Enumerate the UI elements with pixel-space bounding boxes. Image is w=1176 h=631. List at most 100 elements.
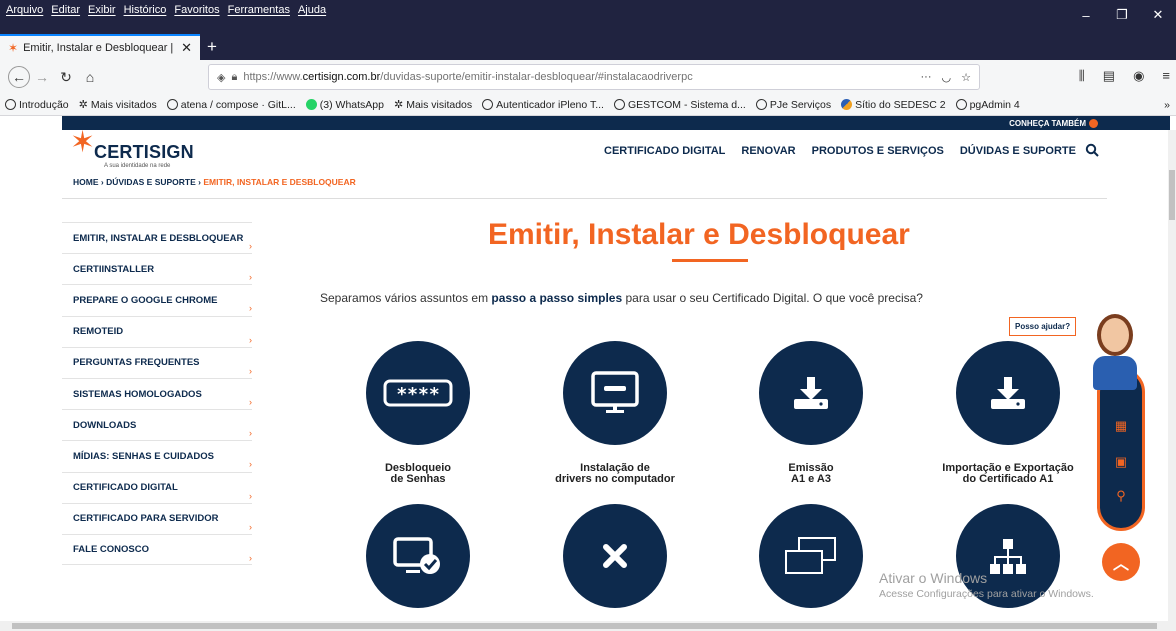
- menu-bar: Arquivo Editar Exibir Histórico Favorito…: [0, 0, 1176, 34]
- chevron-right-icon: ›: [249, 303, 252, 314]
- sidebar-item-servidor[interactable]: CERTIFICADO PARA SERVIDOR ›: [62, 502, 252, 534]
- nav-renovar[interactable]: RENOVAR: [741, 145, 795, 157]
- chevron-right-icon: ›: [249, 459, 252, 470]
- conheca-tambem-link[interactable]: CONHEÇA TAMBÉM: [1009, 116, 1098, 130]
- menu-favoritos[interactable]: Favoritos: [174, 4, 219, 16]
- bookmark-item[interactable]: GESTCOM - Sistema d...: [613, 99, 746, 111]
- bookmark-item[interactable]: atena / compose · GitL...: [166, 99, 296, 111]
- sidebar-item-certificado[interactable]: CERTIFICADO DIGITAL ›: [62, 471, 252, 503]
- nav-duvidas-suporte[interactable]: DÚVIDAS E SUPORTE: [960, 145, 1076, 157]
- back-icon[interactable]: ←: [8, 66, 30, 88]
- search-settings-icon[interactable]: ⚲: [1114, 489, 1128, 503]
- sidebar-icon[interactable]: ▤: [1103, 68, 1115, 84]
- download-icon: [759, 341, 863, 445]
- home-icon[interactable]: ⌂: [78, 69, 102, 85]
- sidebar-item-emitir[interactable]: EMITIR, INSTALAR E DESBLOQUEAR ›: [62, 222, 252, 253]
- divider: [62, 198, 1107, 199]
- horizontal-scrollbar[interactable]: [0, 621, 1176, 631]
- helper-toolbar: ▦ ▣ ⚲: [1097, 368, 1145, 531]
- page-actions-icon[interactable]: ···: [921, 71, 932, 84]
- menu-ferramentas[interactable]: Ferramentas: [228, 4, 290, 16]
- browser-tab[interactable]: ✶ Emitir, Instalar e Desbloquear | ✕: [0, 34, 200, 60]
- monitor-check-icon: [366, 504, 470, 608]
- breadcrumb-section[interactable]: DÚVIDAS E SUPORTE: [106, 177, 196, 187]
- bookmark-item[interactable]: ✲ Mais visitados: [393, 98, 472, 112]
- globe-icon: [755, 99, 767, 110]
- gear-icon: ✲: [393, 99, 404, 111]
- chevron-right-icon: ›: [249, 365, 252, 376]
- url-bar[interactable]: ◈ 🔒︎ https://www.certisign.com.br/duvida…: [208, 64, 980, 90]
- chevron-right-icon: ›: [249, 428, 252, 439]
- sidebar: EMITIR, INSTALAR E DESBLOQUEAR › CERTIINS…: [62, 222, 252, 566]
- sidebar-item-faq[interactable]: PERGUNTAS FREQUENTES ›: [62, 346, 252, 378]
- bookmark-item[interactable]: (3) WhatsApp: [305, 99, 384, 111]
- nav-bar: ← → ↻ ⌂ ◈ 🔒︎ https://www.certisign.com.b…: [0, 60, 1176, 94]
- sidebar-item-midias[interactable]: MÍDIAS: SENHAS E CUIDADOS ›: [62, 440, 252, 471]
- certisign-logo[interactable]: ✶ CERTISIGN A sua identidade na rede: [70, 128, 210, 170]
- windows-activation-watermark: Ativar o Windows Acesse Configurações pa…: [879, 570, 1094, 600]
- restore-icon[interactable]: ❐: [1104, 0, 1140, 30]
- bookmark-star-icon[interactable]: ☆: [961, 71, 971, 84]
- chevron-down-icon: [1089, 118, 1098, 128]
- sidebar-item-certiinstaller[interactable]: CERTIINSTALLER ›: [62, 253, 252, 284]
- bookmark-item[interactable]: ✲ Mais visitados: [78, 98, 157, 112]
- presentation-icon[interactable]: ▣: [1114, 455, 1128, 469]
- url-path: /duvidas-suporte/emitir-instalar-desbloq…: [380, 71, 693, 83]
- calendar-icon[interactable]: ▦: [1114, 419, 1128, 433]
- chevron-right-icon: ›: [249, 552, 252, 563]
- gear-icon: ✲: [78, 99, 88, 111]
- library-icon[interactable]: ⫼: [1079, 68, 1085, 84]
- sidebar-item-sistemas[interactable]: SISTEMAS HOMOLOGADOS ›: [62, 377, 252, 409]
- whatsapp-icon: [305, 99, 317, 110]
- menu-exibir[interactable]: Exibir: [88, 4, 116, 16]
- menu-icon[interactable]: ≡: [1162, 68, 1170, 84]
- menu-ajuda[interactable]: Ajuda: [298, 4, 326, 16]
- nav-produtos-servicos[interactable]: PRODUTOS E SERVIÇOS: [812, 145, 944, 157]
- tab-title: Emitir, Instalar e Desbloquear |: [23, 42, 174, 54]
- shield-icon[interactable]: ◈: [217, 71, 225, 84]
- vertical-scrollbar[interactable]: [1168, 130, 1176, 621]
- account-icon[interactable]: ◉: [1133, 68, 1144, 84]
- chevron-right-icon: ›: [249, 272, 252, 283]
- sidebar-item-chrome[interactable]: PREPARE O GOOGLE CHROME ›: [62, 284, 252, 315]
- sidebar-item-remoteid[interactable]: REMOTEID ›: [62, 315, 252, 347]
- nav-certificado-digital[interactable]: CERTIFICADO DIGITAL: [604, 145, 725, 157]
- new-tab-icon[interactable]: +: [207, 37, 217, 57]
- lock-icon[interactable]: 🔒︎: [231, 71, 237, 84]
- bookmark-item[interactable]: PJe Serviços: [755, 99, 831, 111]
- helper-bubble[interactable]: Posso ajudar?: [1009, 317, 1077, 336]
- bookmark-item[interactable]: Autenticador iPleno T...: [482, 99, 604, 111]
- close-window-icon[interactable]: ✕: [1140, 0, 1176, 30]
- minimize-icon[interactable]: –: [1068, 0, 1104, 30]
- sidebar-item-downloads[interactable]: DOWNLOADS ›: [62, 409, 252, 440]
- assistant-avatar[interactable]: [1087, 312, 1141, 392]
- chevron-right-icon: ›: [249, 396, 252, 407]
- title-underline: [672, 259, 748, 262]
- tab-close-icon[interactable]: ✕: [181, 40, 192, 56]
- bookmark-item[interactable]: Sítio do SEDESC 2: [841, 99, 946, 111]
- globe-icon: [5, 99, 16, 110]
- logo-star-icon: ✶: [70, 126, 96, 159]
- menu-editar[interactable]: Editar: [51, 4, 80, 16]
- globe-icon: [482, 99, 494, 110]
- reload-icon[interactable]: ↻: [54, 69, 78, 86]
- forward-icon[interactable]: →: [30, 69, 54, 85]
- bookmark-item[interactable]: pgAdmin 4: [955, 99, 1020, 111]
- chevron-right-icon: ›: [249, 521, 252, 532]
- main-nav: CERTIFICADO DIGITAL RENOVAR PRODUTOS E S…: [604, 145, 1076, 157]
- menu-arquivo[interactable]: Arquivo: [6, 4, 43, 16]
- sidebar-item-fale-conosco[interactable]: FALE CONOSCO ›: [62, 533, 252, 566]
- pocket-icon[interactable]: ◡: [942, 71, 952, 84]
- menu-historico[interactable]: Histórico: [124, 4, 167, 16]
- search-icon[interactable]: [1085, 143, 1099, 160]
- chevron-right-icon: ›: [249, 241, 252, 251]
- globe-icon: [613, 99, 625, 110]
- breadcrumb-home[interactable]: HOME: [73, 177, 99, 187]
- svg-text:****: ****: [396, 384, 439, 405]
- password-icon: ****: [366, 341, 470, 445]
- close-icon: [563, 504, 667, 608]
- back-to-top-button[interactable]: ︿: [1102, 543, 1140, 581]
- bookmark-item[interactable]: Introdução: [5, 99, 69, 111]
- page-title: Emitir, Instalar e Desbloquear: [488, 218, 910, 251]
- bookmarks-overflow-icon[interactable]: »: [1164, 99, 1170, 111]
